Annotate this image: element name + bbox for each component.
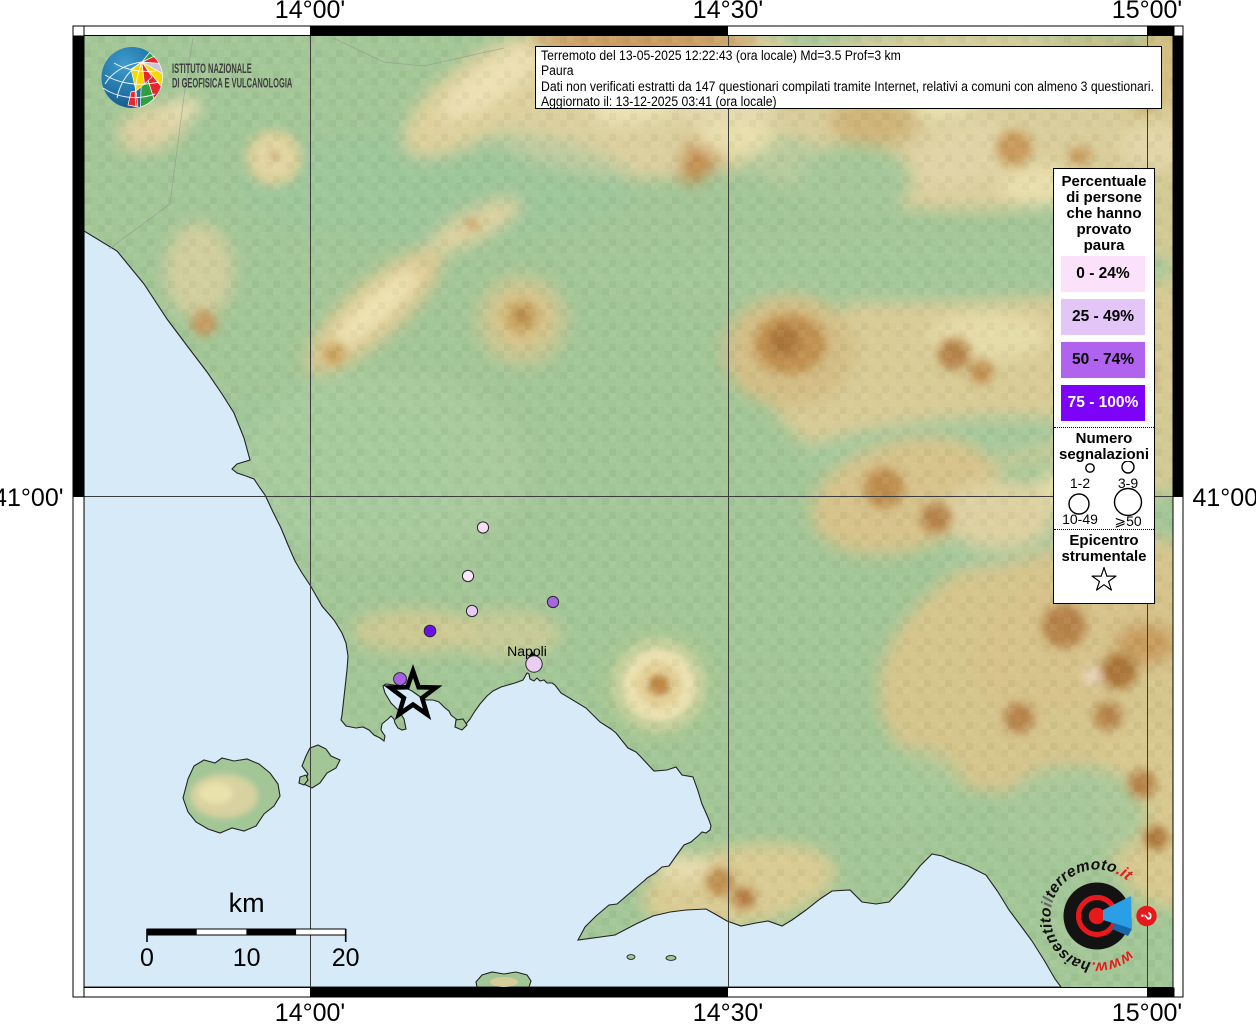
svg-text:41°00': 41°00': [0, 484, 64, 512]
svg-text:15°00': 15°00': [1112, 999, 1182, 1024]
svg-text:14°00': 14°00': [275, 0, 345, 24]
svg-text:14°30': 14°30': [693, 999, 763, 1024]
svg-text:14°00': 14°00': [275, 999, 345, 1024]
svg-text:14°30': 14°30': [693, 0, 763, 24]
svg-text:15°00': 15°00': [1112, 0, 1182, 24]
svg-text:41°00': 41°00': [1193, 484, 1256, 512]
